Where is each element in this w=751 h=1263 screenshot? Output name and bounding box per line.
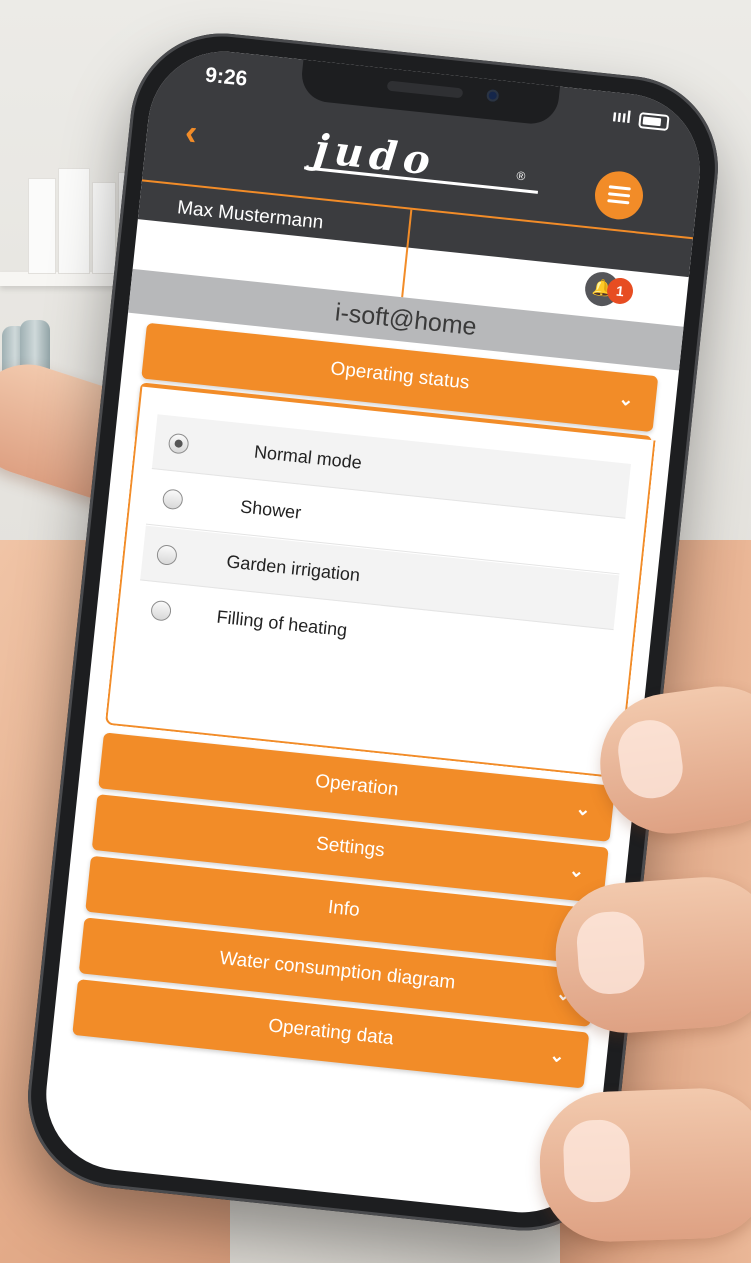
background-book (58, 168, 90, 274)
app-screen: 9:26 ıııl ‹ judo ® Max Mustermann Admini… (38, 44, 708, 1220)
finger-2 (551, 872, 751, 1038)
fingernail (614, 716, 687, 803)
chevron-down-icon: ⌄ (574, 798, 592, 820)
user-name: Max Mustermann (176, 197, 325, 234)
fingernail (574, 909, 647, 997)
header-vertical-divider (401, 209, 413, 298)
water-scenes-panel: Normal mode Shower Garden irrigation Fil… (104, 386, 656, 779)
status-time: 9:26 (204, 63, 249, 91)
radio-unselected[interactable] (155, 544, 178, 567)
radio-unselected[interactable] (161, 488, 184, 511)
fingernail (562, 1118, 632, 1204)
phone-device: 9:26 ıııl ‹ judo ® Max Mustermann Admini… (18, 24, 728, 1240)
hamburger-menu-button[interactable] (592, 168, 646, 222)
scene-label: Normal mode (253, 441, 363, 473)
chevron-down-icon: ⌄ (617, 388, 635, 410)
radio-unselected[interactable] (150, 599, 173, 622)
hamburger-icon (608, 185, 631, 191)
finger-3 (537, 1086, 751, 1244)
scene-label: Filling of heating (215, 606, 349, 641)
signal-icon: ıııl (611, 106, 633, 128)
user-role-dropdown[interactable]: Administrator ▼ (173, 229, 265, 253)
scene-label: Garden irrigation (225, 551, 361, 586)
page-title: i-soft@home (333, 298, 478, 342)
background-book (92, 182, 116, 274)
background-book (28, 178, 56, 274)
caret-down-icon: ▼ (253, 241, 265, 254)
radio-selected[interactable] (167, 432, 190, 455)
chevron-down-icon: ⌄ (568, 859, 586, 882)
registered-mark: ® (515, 168, 527, 184)
speaker-grille (386, 80, 464, 99)
back-button[interactable]: ‹ (183, 111, 199, 153)
front-camera (486, 88, 500, 103)
battery-icon (638, 112, 670, 132)
user-role-label: Administrator (173, 229, 252, 253)
scene-label: Shower (239, 496, 303, 523)
chevron-down-icon: ⌄ (548, 1044, 566, 1067)
